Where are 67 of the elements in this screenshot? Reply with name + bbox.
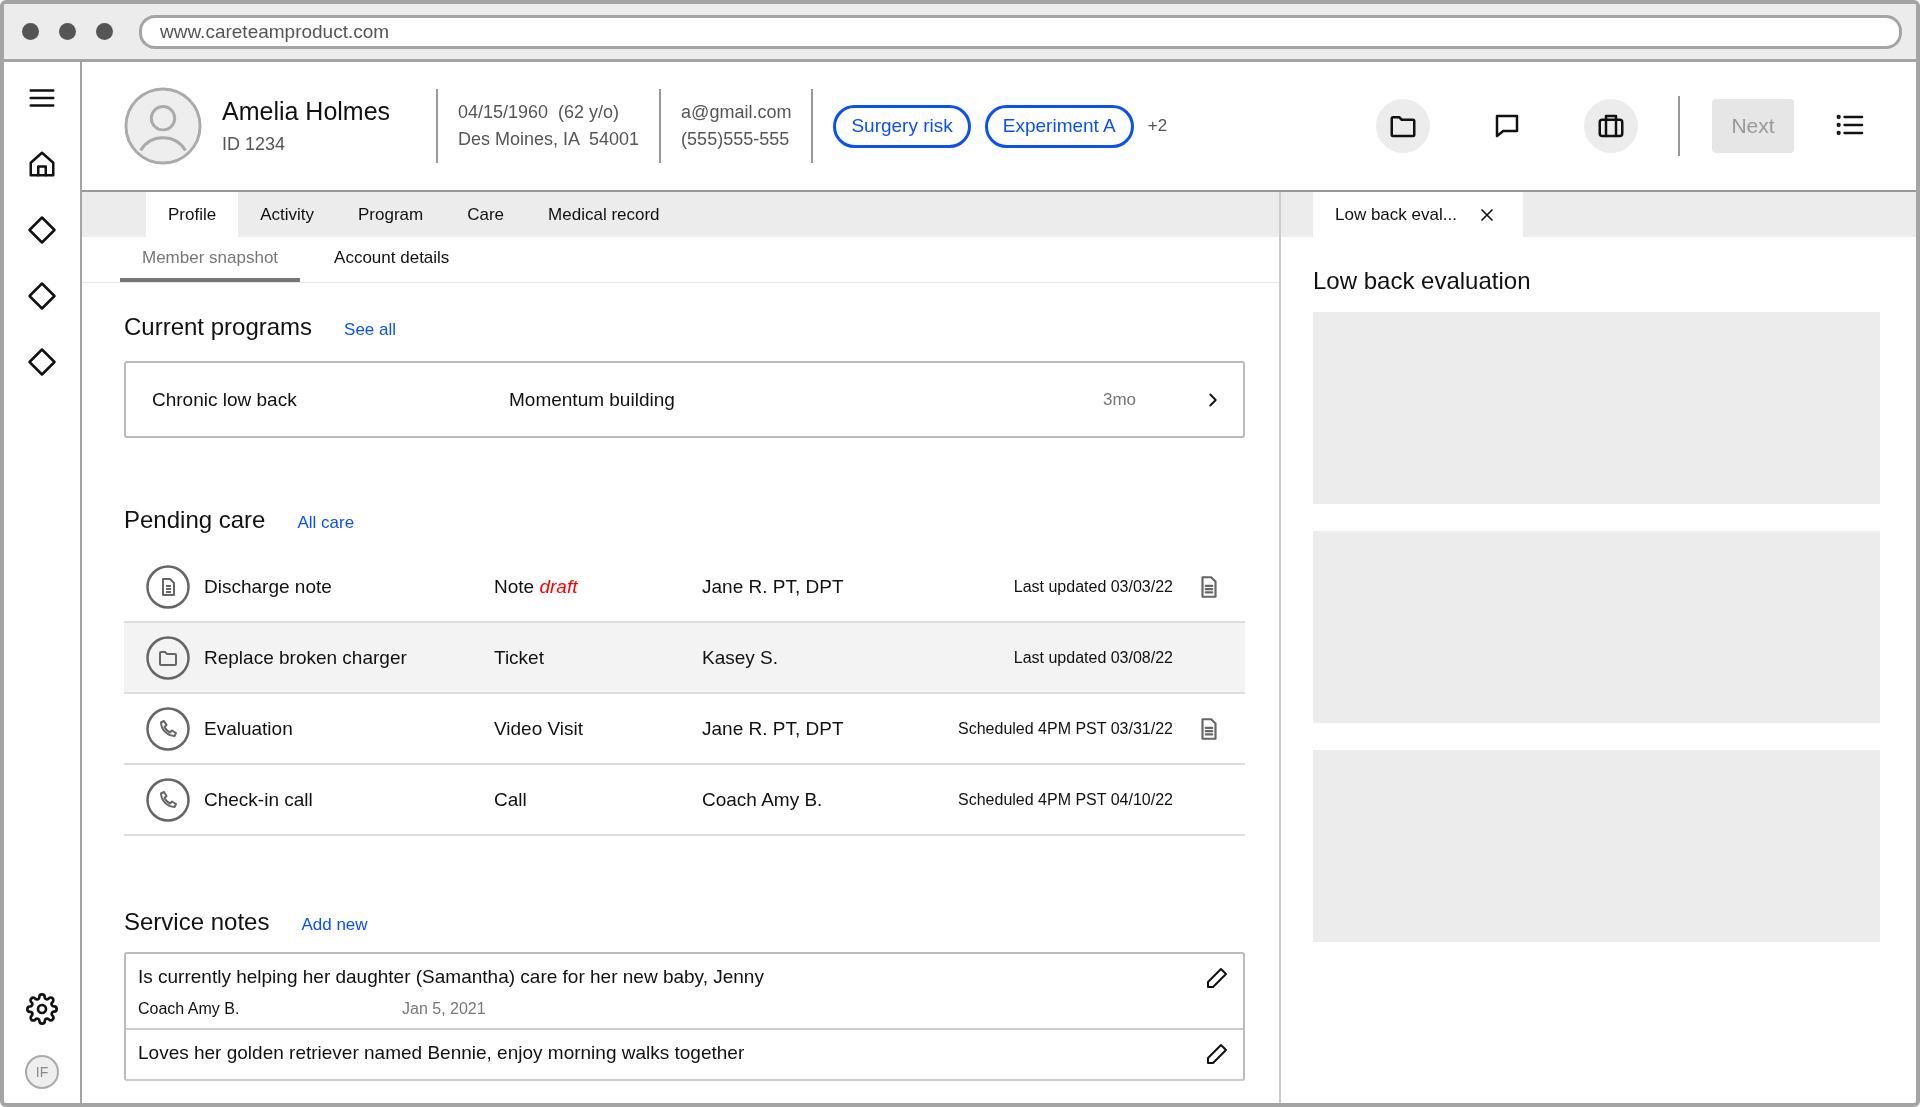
section-title: Current programs [124, 313, 313, 341]
member-email: a@gmail.com [681, 102, 792, 123]
tab[interactable]: Medical record [526, 192, 682, 237]
pencil-icon [1205, 966, 1229, 990]
care-status: Scheduled 4PM PST 04/10/22 [958, 790, 1173, 809]
care-assignee: Kasey S. [702, 646, 780, 669]
care-status: Last updated 03/03/22 [1013, 577, 1173, 596]
subtab[interactable]: Member snapshot [120, 237, 301, 282]
care-assignee: Jane R. PT, DPT [702, 575, 845, 598]
avatar-icon [124, 87, 202, 165]
care-title: Discharge note [204, 575, 333, 598]
care-type: Call [494, 788, 528, 811]
tab[interactable]: Profile [146, 192, 239, 237]
program-name: Chronic low back [152, 388, 298, 411]
member-location: Des Moines, IA 54001 [458, 129, 640, 150]
panel-tab[interactable]: Low back eval... [1313, 192, 1523, 237]
window-dot[interactable] [59, 23, 76, 40]
care-title: Replace broken charger [204, 646, 408, 669]
diamond-icon [27, 215, 57, 245]
phone-icon [146, 777, 190, 822]
diamond-icon [27, 347, 57, 377]
window-dot[interactable] [96, 23, 113, 40]
member-name: Amelia Holmes [222, 97, 392, 126]
care-type: Note draft [494, 575, 579, 598]
tab[interactable]: Care [445, 192, 527, 237]
member-id: ID 1234 [222, 134, 287, 155]
program-card[interactable]: Chronic low back Momentum building 3mo [124, 361, 1245, 438]
tab[interactable]: Activity [238, 192, 337, 237]
tag-chip[interactable]: Surgery risk [833, 104, 971, 148]
care-row[interactable]: Replace broken charger Ticket Kasey S. Last updated 03/08/22 [124, 623, 1245, 694]
note-text: Is currently helping her daughter (Samantha) care for her new baby, Jenny [138, 966, 765, 988]
pencil-icon [1205, 1042, 1229, 1066]
program-duration: 3mo [1103, 389, 1138, 410]
care-status: Scheduled 4PM PST 03/31/22 [958, 719, 1173, 738]
section-title: Pending care [124, 506, 266, 534]
care-assignee: Coach Amy B. [702, 788, 824, 811]
note-author: Coach Amy B. [138, 1000, 241, 1018]
birth-date: 04/15/1960 (62 y/o) [458, 102, 621, 123]
all-care-link[interactable]: All care [297, 513, 355, 533]
care-row[interactable]: Evaluation Video Visit Jane R. PT, DPT Scheduled 4PM PST 03/31/22 [124, 694, 1245, 765]
tab[interactable]: Program [336, 192, 446, 237]
add-new-link[interactable]: Add new [301, 915, 368, 935]
care-assignee: Jane R. PT, DPT [702, 717, 845, 740]
phone-icon [146, 706, 190, 751]
care-title: Evaluation [204, 717, 294, 740]
care-status: Last updated 03/08/22 [1013, 648, 1173, 667]
home-icon [27, 149, 57, 179]
care-title: Check-in call [204, 788, 314, 811]
note-date: Jan 5, 2021 [402, 1000, 486, 1018]
tag-chip[interactable]: Experiment A [984, 104, 1134, 148]
see-all-link[interactable]: See all [344, 320, 397, 340]
care-row[interactable]: Check-in call Call Coach Amy B. Scheduled 4PM PST 04/10/22 [124, 765, 1245, 836]
program-stage: Momentum building [509, 388, 676, 411]
address-bar[interactable]: www.careteamproduct.com [139, 14, 1902, 49]
more-tags-count[interactable]: +2 [1147, 116, 1168, 136]
folder-icon [146, 635, 190, 680]
section-title: Service notes [124, 908, 270, 936]
member-phone: (555)555-555 [681, 129, 791, 150]
note-text: Loves her golden retriever named Bennie, enjoy morning walks together [138, 1042, 746, 1064]
document-icon [146, 564, 190, 609]
window-dot[interactable] [22, 23, 39, 40]
subtab[interactable]: Account details [312, 237, 472, 282]
panel-title: Low back evaluation [1313, 267, 1532, 295]
care-type: Video Visit [494, 717, 585, 740]
care-type: Ticket [494, 646, 545, 669]
diamond-icon [27, 281, 57, 311]
settings-icon [26, 993, 58, 1025]
